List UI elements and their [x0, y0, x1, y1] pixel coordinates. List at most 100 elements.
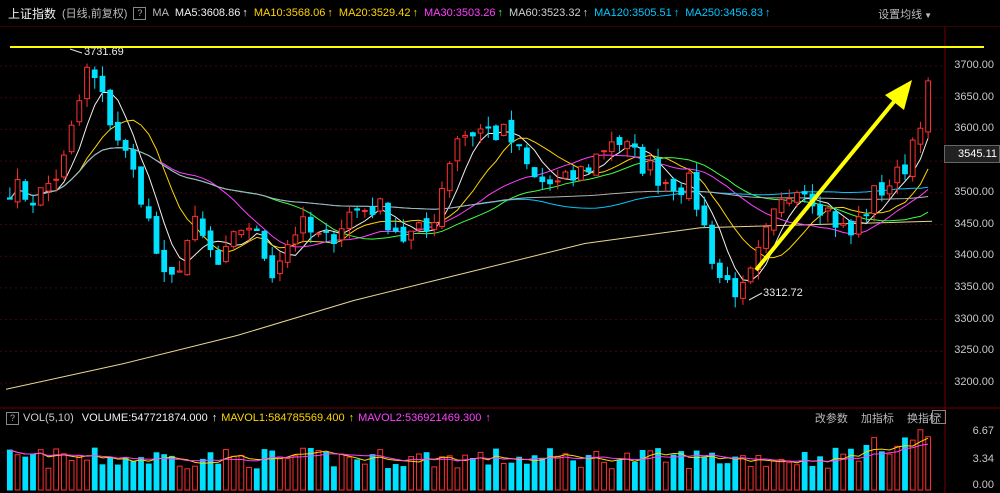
candle: [917, 127, 924, 145]
candle: [832, 211, 839, 228]
candle: [894, 166, 901, 184]
volume-bar: [632, 461, 638, 491]
candle: [562, 171, 569, 179]
candle: [176, 270, 183, 273]
ma-value-2: MA20:3529.42: [338, 7, 411, 19]
candle: [261, 230, 268, 259]
settings-ma-button[interactable]: 设置均线 ▼: [878, 6, 932, 22]
volume-bar: [346, 456, 353, 491]
volume-bar: [801, 452, 808, 491]
volume-tick-1: 3.34: [972, 453, 994, 465]
volume-bar: [794, 464, 800, 491]
candle: [361, 209, 368, 212]
ma-value-6: MA250:3456.83: [685, 7, 763, 19]
volume-bar: [508, 462, 515, 491]
candle: [122, 140, 129, 151]
volume-bar: [740, 455, 746, 491]
volume-help-icon[interactable]: ?: [6, 411, 19, 425]
candle: [392, 227, 399, 232]
last-price-tag: 3545.11: [944, 145, 1000, 163]
volume-bar: [755, 454, 762, 491]
candle: [53, 178, 60, 181]
price-tick-10: 3200.00: [954, 375, 994, 388]
volume-bar: [107, 456, 114, 491]
candle: [91, 69, 98, 79]
volume-tick-2: 0.00: [972, 479, 994, 491]
ma5-line: [9, 91, 929, 282]
candle: [554, 180, 561, 183]
volume-bar: [22, 456, 29, 491]
candle: [238, 229, 245, 236]
candle: [68, 124, 75, 153]
candle: [747, 267, 754, 283]
volume-bar: [701, 456, 708, 491]
volume-bar: [732, 456, 739, 491]
volume-bar: [670, 454, 677, 491]
candle: [500, 123, 507, 137]
candle: [655, 157, 661, 186]
candle: [701, 205, 708, 226]
volume-indicator-name: VOL(5,10): [23, 412, 74, 424]
candle: [716, 262, 723, 278]
volume-bar: [431, 466, 438, 491]
volume-bar: [207, 452, 214, 491]
up-arrow-icon: ↑: [582, 7, 589, 19]
close-icon[interactable]: ×: [932, 410, 946, 424]
candle: [45, 182, 52, 192]
candle: [37, 187, 44, 206]
price-tick-6: 3400.00: [954, 249, 994, 262]
volume-bar: [354, 459, 361, 491]
volume-tick-0: 6.67: [972, 425, 994, 437]
candle: [824, 207, 831, 212]
volume-bar: [562, 453, 569, 491]
help-icon[interactable]: ?: [133, 6, 147, 20]
volume-bar: [747, 466, 754, 491]
high-annotation: 3731.69: [84, 46, 124, 58]
candle: [253, 228, 260, 232]
candle: [585, 167, 592, 173]
candle: [577, 166, 584, 181]
ma-value-3: MA30:3503.26: [423, 7, 496, 19]
volume-bar: [385, 468, 391, 491]
candle: [145, 206, 152, 219]
moving-average-lines: [9, 91, 929, 282]
candle: [269, 255, 276, 279]
mavol-line: [9, 443, 929, 462]
candle: [662, 181, 669, 185]
volume-bar: [223, 449, 229, 491]
volume-bar: [577, 466, 584, 491]
volume-bar: [76, 455, 83, 491]
volume-bar: [215, 463, 222, 491]
mavol2-value: MAVOL2:536921469.300: [358, 412, 482, 424]
index-name[interactable]: 上证指数: [8, 5, 56, 22]
volume-bar: [716, 463, 723, 491]
candle: [454, 138, 461, 162]
volume-bar: [493, 448, 499, 491]
volume-bar: [99, 464, 106, 491]
candle: [763, 226, 769, 249]
candle: [215, 249, 222, 265]
period-label: (日线,前复权): [62, 8, 128, 20]
mavol1-arrow-icon: ↑: [348, 412, 355, 424]
volume-bar: [169, 455, 175, 491]
volume-bar: [469, 457, 476, 491]
change-params-button[interactable]: 改参数: [815, 413, 848, 425]
volume-bar: [45, 467, 52, 491]
volume-bar: [786, 462, 793, 491]
trend-arrow[interactable]: [754, 80, 912, 272]
candle: [439, 187, 445, 228]
candle: [354, 208, 361, 211]
add-indicator-button[interactable]: 加指标: [861, 413, 894, 425]
candle: [14, 179, 21, 203]
candle: [794, 192, 800, 203]
price-tick-8: 3300.00: [954, 312, 994, 325]
candle: [639, 146, 646, 174]
candle: [169, 267, 175, 275]
candle: [223, 246, 229, 263]
candle: [909, 139, 916, 177]
candle: [516, 144, 523, 147]
volume-bar: [246, 466, 252, 491]
ma-value-5: MA120:3505.51: [594, 7, 672, 19]
candle: [925, 80, 932, 133]
price-tick-0: 3700.00: [954, 59, 994, 72]
